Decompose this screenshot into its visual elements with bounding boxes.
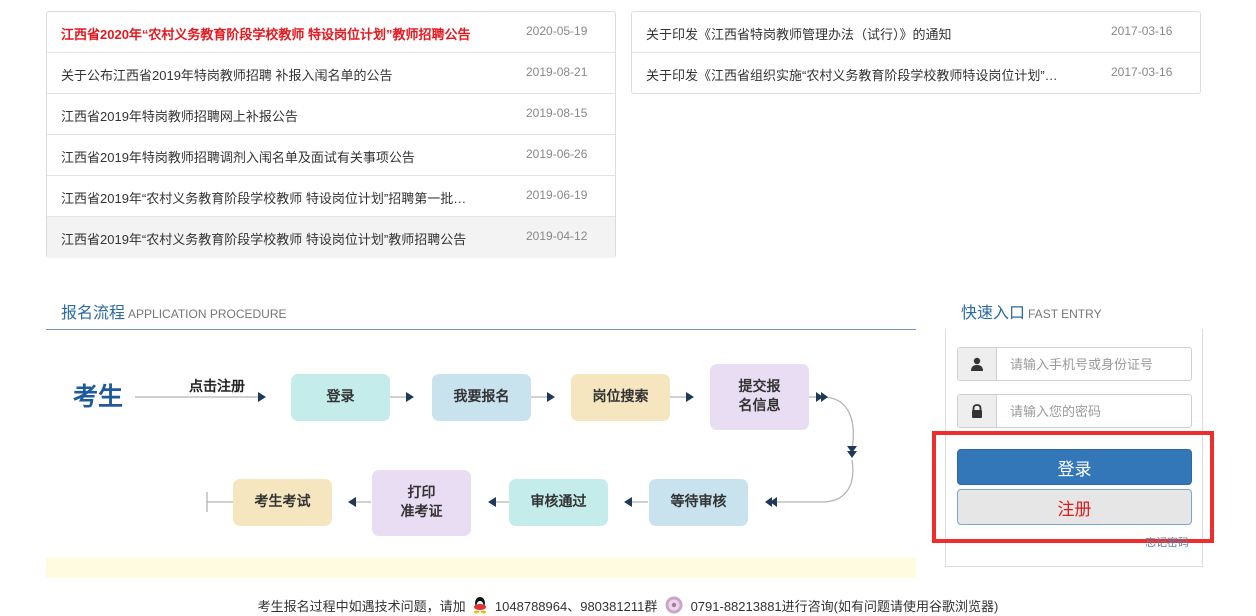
flow-start-label: 考生 xyxy=(73,382,124,411)
flow-step-submit-info: 提交报 名信息 xyxy=(710,364,809,430)
phone-icon xyxy=(664,596,684,616)
arrow-right-icon xyxy=(406,392,414,402)
forgot-password-link[interactable]: 忘记密码 xyxy=(1145,537,1191,548)
arrow-right-icon xyxy=(686,392,694,402)
arrow-left-icon xyxy=(488,497,496,507)
footer: 考生报名过程中如遇技术问题，请加 1048788964、980381211群 0… xyxy=(0,596,1256,616)
arrow-left-icon xyxy=(624,497,632,507)
double-arrow-down-icon xyxy=(847,451,857,458)
arrow-right-icon xyxy=(547,392,555,402)
notice-banner xyxy=(46,557,916,578)
double-arrow-right-icon xyxy=(821,392,828,402)
flow-step-login: 登录 xyxy=(291,374,390,421)
flow-step-exam: 考生考试 xyxy=(233,479,332,526)
flow-step-print-admission: 打印 准考证 xyxy=(372,470,471,536)
flow-step-wait-review: 等待审核 xyxy=(649,479,748,526)
fast-entry-title-en: FAST ENTRY xyxy=(1028,307,1102,321)
forgot-password-label[interactable]: 忘记密码 xyxy=(1145,537,1189,548)
qq-penguin-icon xyxy=(472,596,488,616)
flow-click-register-label: 点击注册 xyxy=(189,379,245,395)
lock-icon xyxy=(958,395,997,427)
arrow-left-icon xyxy=(348,497,356,507)
highlight-frame xyxy=(932,431,1214,543)
flow-step-apply: 我要报名 xyxy=(432,374,531,421)
fast-entry-title-cn: 快速入口 xyxy=(961,305,1026,322)
password-input[interactable] xyxy=(998,395,1191,427)
user-icon xyxy=(958,348,997,380)
username-field[interactable] xyxy=(957,347,1192,381)
password-field[interactable] xyxy=(957,394,1192,428)
double-arrow-left-icon xyxy=(765,497,772,507)
footer-text: 考生报名过程中如遇技术问题，请加 xyxy=(257,599,466,614)
connector-curve xyxy=(809,396,854,451)
connector-curve xyxy=(776,459,854,503)
footer-qq-numbers: 1048788964、980381211群 xyxy=(494,599,658,614)
flow-step-review-passed: 审核通过 xyxy=(509,479,608,526)
username-input[interactable] xyxy=(998,348,1191,380)
flow-step-search: 岗位搜索 xyxy=(571,374,670,421)
footer-phone: 0791-88213881进行咨询(如有问题请使用谷歌浏览器) xyxy=(690,599,999,614)
arrow-right-icon xyxy=(258,392,266,402)
fast-entry-title: 快速入口 FAST ENTRY xyxy=(961,299,1102,322)
